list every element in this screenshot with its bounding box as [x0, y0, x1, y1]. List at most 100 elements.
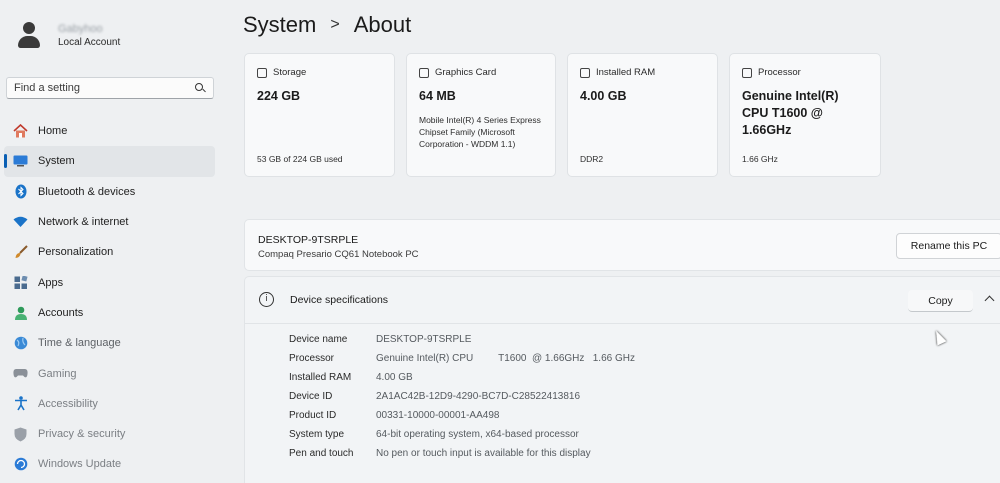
card-value: 224 GB	[257, 89, 301, 103]
avatar	[14, 20, 44, 50]
sidebar-item-label: Accounts	[38, 306, 84, 319]
spec-key: Pen and touch	[289, 448, 354, 459]
sidebar-item-label: Apps	[38, 276, 64, 289]
card-footer: DDR2	[580, 154, 604, 164]
system-icon	[12, 153, 29, 170]
spec-value: 4.00 GB	[376, 372, 413, 383]
copy-button[interactable]: Copy	[908, 290, 973, 312]
info-icon: i	[259, 292, 274, 307]
gamepad-icon	[12, 365, 29, 382]
sidebar-item-label: Personalization	[38, 246, 114, 259]
bluetooth-icon	[12, 183, 29, 200]
storage-card[interactable]: Storage 224 GB 53 GB of 224 GB used	[244, 53, 395, 177]
ram-icon	[580, 67, 590, 78]
breadcrumb: System > About	[243, 12, 411, 38]
globe-icon	[12, 335, 29, 352]
card-title: Storage	[273, 67, 307, 78]
spec-key: Device ID	[289, 391, 333, 402]
sidebar-item-gaming[interactable]: Gaming	[4, 358, 215, 388]
spec-row: Processor Genuine Intel(R) CPU T1600 @ 1…	[289, 353, 635, 369]
device-name-row: DESKTOP-9TSRPLE Compaq Presario CQ61 Not…	[244, 219, 1000, 271]
spec-key: Product ID	[289, 410, 337, 421]
spec-value: 64-bit operating system, x64-based proce…	[376, 429, 579, 440]
search-box[interactable]	[6, 77, 214, 99]
breadcrumb-parent[interactable]: System	[243, 12, 316, 38]
spec-value: DESKTOP-9TSRPLE	[376, 334, 472, 345]
account-name: Gabyhoo	[58, 22, 103, 35]
spec-value: No pen or touch input is available for t…	[376, 448, 591, 459]
card-footer: 53 GB of 224 GB used	[257, 154, 343, 164]
update-icon	[12, 456, 29, 473]
spec-row: Device name DESKTOP-9TSRPLE	[289, 334, 471, 350]
spec-row: System type 64-bit operating system, x64…	[289, 429, 579, 445]
sidebar-item-home[interactable]: Home	[4, 116, 215, 146]
card-description: Mobile Intel(R) 4 Series Express Chipset…	[419, 114, 541, 149]
account-header[interactable]: Gabyhoo Local Account	[14, 20, 120, 50]
search-icon[interactable]	[194, 82, 206, 94]
spec-row: Device ID 2A1AC42B-12D9-4290-BC7D-C28522…	[289, 391, 580, 407]
ram-card[interactable]: Installed RAM 4.00 GB DDR2	[567, 53, 718, 177]
spec-key: Processor	[289, 353, 335, 364]
card-title: Graphics Card	[435, 67, 497, 78]
brush-icon	[12, 244, 29, 261]
card-title: Processor	[758, 67, 801, 78]
sidebar-item-apps[interactable]: Apps	[4, 267, 215, 297]
card-value: 64 MB	[419, 89, 456, 103]
graphics-card[interactable]: Graphics Card 64 MB Mobile Intel(R) 4 Se…	[406, 53, 556, 177]
section-title: Device specifications	[290, 294, 389, 306]
spec-value: 00331-10000-00001-AA498	[376, 410, 500, 421]
sidebar-item-label: Home	[38, 125, 68, 138]
sidebar-item-label: Bluetooth & devices	[38, 185, 136, 198]
device-name: DESKTOP-9TSRPLE	[258, 234, 359, 246]
page-title: About	[353, 12, 412, 37]
processor-icon	[742, 67, 752, 78]
sidebar-item-time-language[interactable]: Time & language	[4, 328, 215, 358]
spec-value: Genuine Intel(R) CPU T1600 @ 1.66GHz 1.6…	[376, 353, 635, 364]
shield-icon	[12, 426, 29, 443]
device-model: Compaq Presario CQ61 Notebook PC	[258, 249, 419, 260]
spec-row: Product ID 00331-10000-00001-AA498	[289, 410, 499, 426]
apps-icon	[12, 274, 29, 291]
sidebar-item-accessibility[interactable]: Accessibility	[4, 389, 215, 419]
device-specifications-body: Device name DESKTOP-9TSRPLE Processor Ge…	[244, 324, 1000, 483]
sidebar-item-label: Windows Update	[38, 458, 122, 471]
rename-pc-button[interactable]: Rename this PC	[896, 233, 1000, 259]
processor-card[interactable]: Processor Genuine Intel(R) CPU T1600 @ 1…	[729, 53, 881, 177]
card-value: Genuine Intel(R) CPU T1600 @ 1.66GHz	[742, 89, 839, 137]
spec-key: Installed RAM	[289, 372, 352, 383]
sidebar-item-label: Time & language	[38, 337, 121, 350]
nav-list: Home System Bluetooth & devices Network …	[4, 116, 215, 480]
card-value: 4.00 GB	[580, 89, 627, 103]
device-specifications-header[interactable]: i Device specifications Copy	[244, 276, 1000, 324]
spec-row: Installed RAM 4.00 GB	[289, 372, 413, 388]
spec-key: Device name	[289, 334, 348, 345]
sidebar-item-windows-update[interactable]: Windows Update	[4, 449, 215, 479]
sidebar: Gabyhoo Local Account Home System Blueto…	[0, 0, 222, 483]
sidebar-item-label: Privacy & security	[38, 428, 126, 441]
home-icon	[12, 123, 29, 140]
sidebar-item-network[interactable]: Network & internet	[4, 207, 215, 237]
sidebar-item-system[interactable]: System	[4, 146, 215, 177]
spec-value: 2A1AC42B-12D9-4290-BC7D-C28522413816	[376, 391, 581, 402]
sidebar-item-personalization[interactable]: Personalization	[4, 237, 215, 267]
sidebar-item-label: System	[38, 155, 75, 168]
breadcrumb-separator: >	[330, 16, 340, 33]
chevron-up-icon[interactable]	[984, 295, 995, 306]
sidebar-item-accounts[interactable]: Accounts	[4, 298, 215, 328]
account-type: Local Account	[58, 36, 121, 48]
wifi-icon	[12, 214, 29, 231]
graphics-card-icon	[419, 67, 429, 78]
search-input[interactable]	[14, 82, 194, 94]
sidebar-item-privacy[interactable]: Privacy & security	[4, 419, 215, 449]
storage-icon	[257, 67, 267, 78]
spec-row: Pen and touch No pen or touch input is a…	[289, 448, 591, 464]
card-title: Installed RAM	[596, 67, 656, 78]
sidebar-item-bluetooth[interactable]: Bluetooth & devices	[4, 177, 215, 207]
accounts-icon	[12, 304, 29, 321]
sidebar-item-label: Accessibility	[38, 397, 98, 410]
accessibility-icon	[12, 395, 29, 412]
sidebar-item-label: Network & internet	[38, 216, 129, 229]
card-footer: 1.66 GHz	[742, 154, 778, 164]
sidebar-item-label: Gaming	[38, 367, 77, 380]
spec-key: System type	[289, 429, 345, 440]
